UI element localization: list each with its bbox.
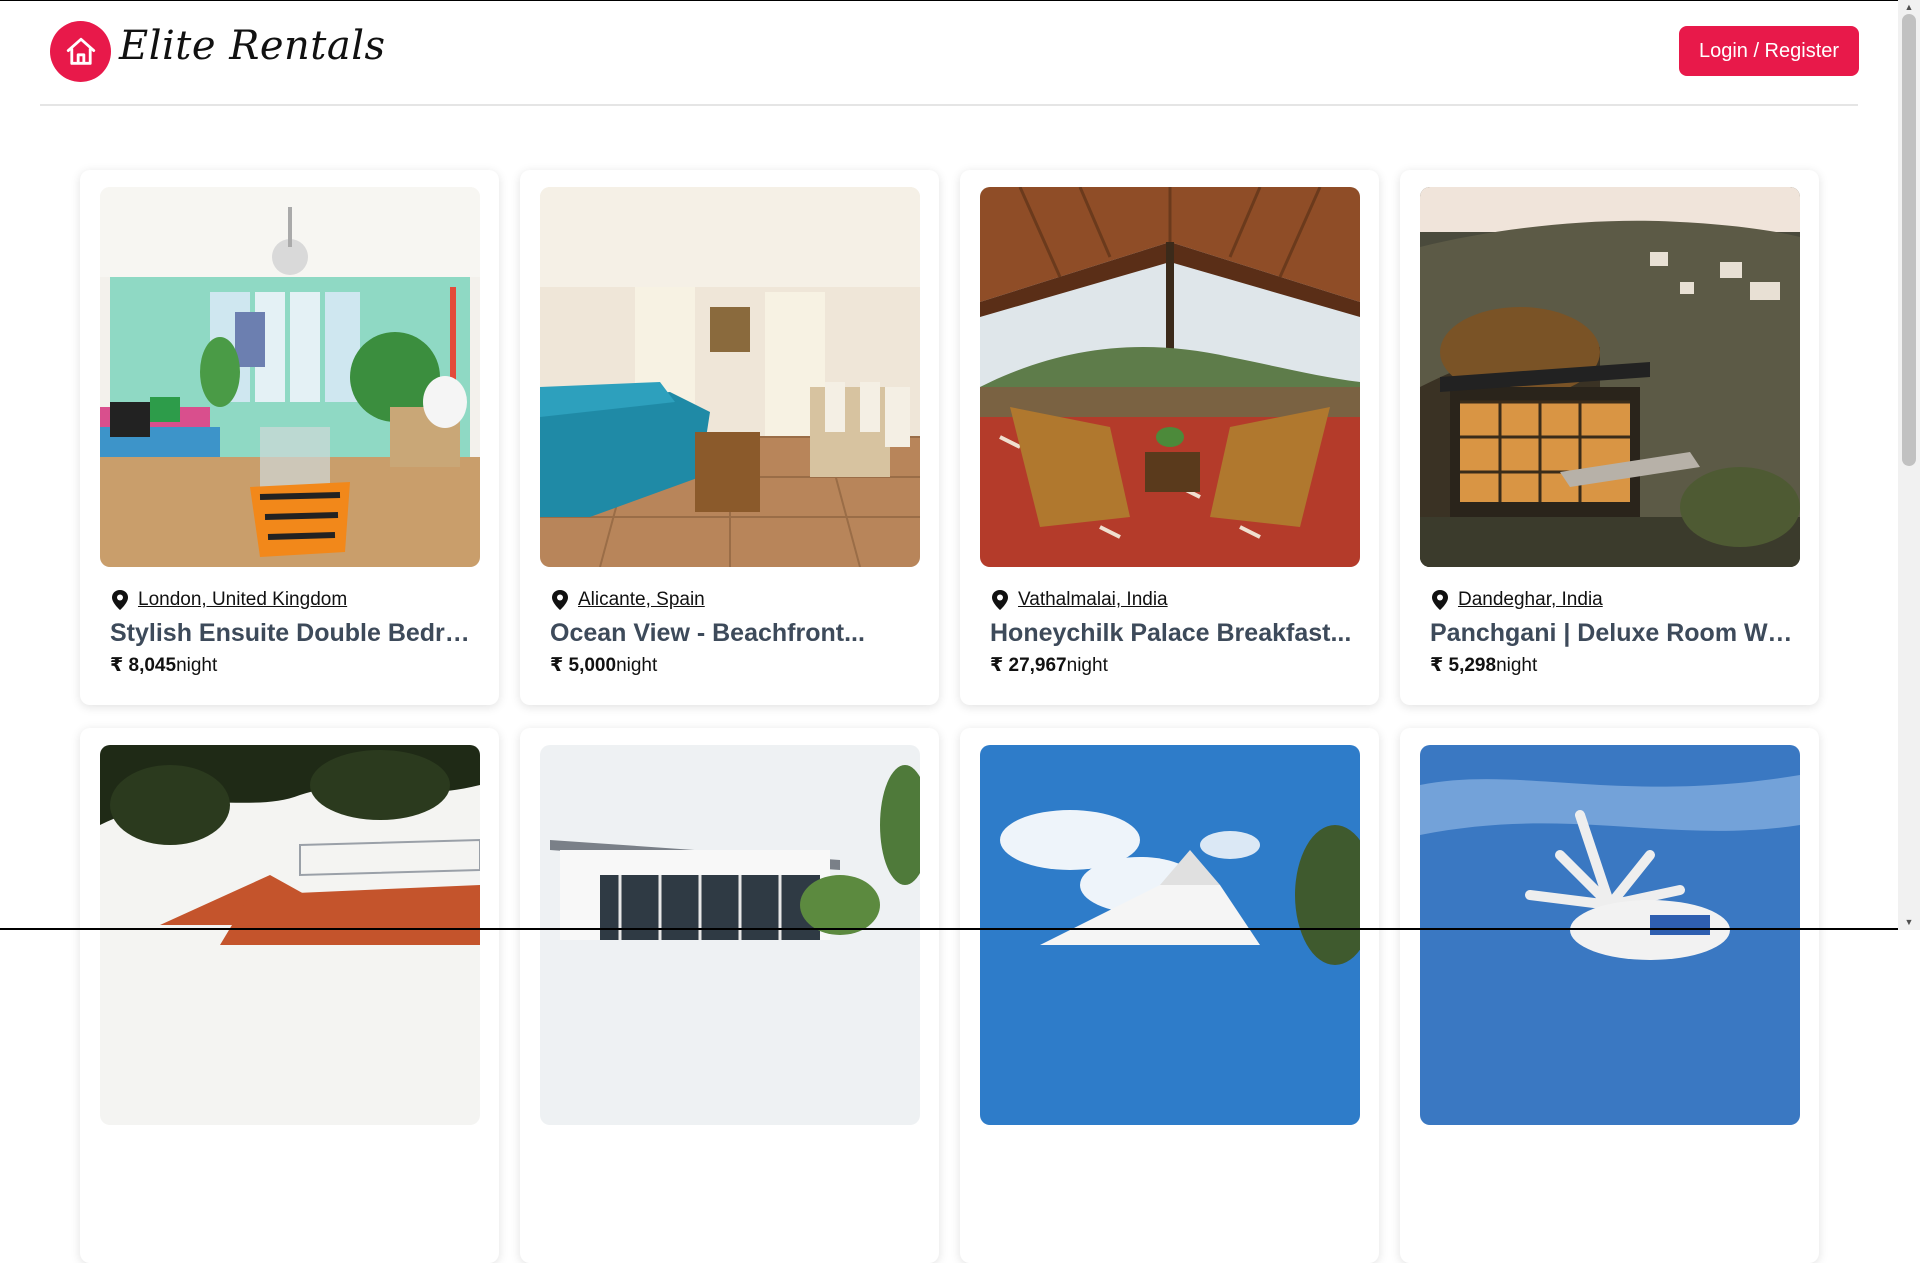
site-header: Elite Rentals Login / Register	[40, 1, 1859, 106]
price-currency: ₹	[1430, 655, 1444, 676]
listing-title[interactable]: Panchgani | Deluxe Room With...	[1420, 619, 1796, 648]
listing-photo[interactable]	[980, 187, 1360, 567]
logo[interactable]	[50, 21, 111, 82]
listing-card[interactable]: London, United Kingdom Stylish Ensuite D…	[80, 170, 499, 705]
price-amount: 27,967	[1008, 655, 1067, 676]
price-currency: ₹	[990, 655, 1004, 676]
listing-photo[interactable]	[100, 745, 480, 1125]
price-currency: ₹	[550, 655, 564, 676]
location-link[interactable]: Alicante, Spain	[578, 589, 705, 611]
brand-name[interactable]: Elite Rentals	[119, 23, 386, 69]
listing-photo[interactable]	[540, 187, 920, 567]
price-amount: 5,000	[568, 655, 617, 676]
map-pin-icon	[112, 590, 128, 610]
price-amount: 8,045	[128, 655, 177, 676]
listing-card[interactable]	[960, 728, 1379, 1263]
listing-location: London, United Kingdom	[100, 589, 479, 611]
listing-price: ₹ 27,967night	[980, 654, 1359, 677]
listing-location: Alicante, Spain	[540, 589, 919, 611]
price-unit: night	[616, 655, 658, 676]
listing-location: Vathalmalai, India	[980, 589, 1359, 611]
listing-title[interactable]: Ocean View - Beachfront...	[540, 619, 916, 648]
location-link[interactable]: Dandeghar, India	[1458, 589, 1603, 611]
listings-grid: London, United Kingdom Stylish Ensuite D…	[80, 170, 1820, 1263]
listing-photo[interactable]	[540, 745, 920, 1125]
listing-photo[interactable]	[100, 187, 480, 567]
house-icon	[66, 37, 95, 65]
location-link[interactable]: London, United Kingdom	[138, 589, 347, 611]
map-pin-icon	[992, 590, 1008, 610]
login-register-button[interactable]: Login / Register	[1679, 26, 1859, 76]
listing-title[interactable]: Honeychilk Palace Breakfast...	[980, 619, 1356, 648]
listing-photo[interactable]	[980, 745, 1360, 1125]
price-amount: 5,298	[1448, 655, 1497, 676]
listing-card[interactable]	[1400, 728, 1819, 1263]
price-currency: ₹	[110, 655, 124, 676]
map-pin-icon	[552, 590, 568, 610]
price-unit: night	[176, 655, 218, 676]
listing-price: ₹ 5,298night	[1420, 654, 1799, 677]
listing-price: ₹ 5,000night	[540, 654, 919, 677]
listing-photo[interactable]	[1420, 745, 1800, 1125]
listing-card[interactable]: Dandeghar, India Panchgani | Deluxe Room…	[1400, 170, 1819, 705]
listing-card[interactable]: Alicante, Spain Ocean View - Beachfront.…	[520, 170, 939, 705]
location-link[interactable]: Vathalmalai, India	[1018, 589, 1168, 611]
listing-photo[interactable]	[1420, 187, 1800, 567]
scrollbar-thumb[interactable]	[1902, 14, 1916, 466]
scroll-down-arrow-icon[interactable]: ▼	[1902, 916, 1916, 928]
listing-location: Dandeghar, India	[1420, 589, 1799, 611]
price-unit: night	[1066, 655, 1108, 676]
listing-price: ₹ 8,045night	[100, 654, 479, 677]
map-pin-icon	[1432, 590, 1448, 610]
listing-card[interactable]	[520, 728, 939, 1263]
price-unit: night	[1496, 655, 1538, 676]
listing-card[interactable]: Vathalmalai, India Honeychilk Palace Bre…	[960, 170, 1379, 705]
listing-title[interactable]: Stylish Ensuite Double Bedroo...	[100, 619, 476, 648]
listing-card[interactable]	[80, 728, 499, 1263]
scroll-up-arrow-icon[interactable]: ▲	[1902, 1, 1916, 13]
